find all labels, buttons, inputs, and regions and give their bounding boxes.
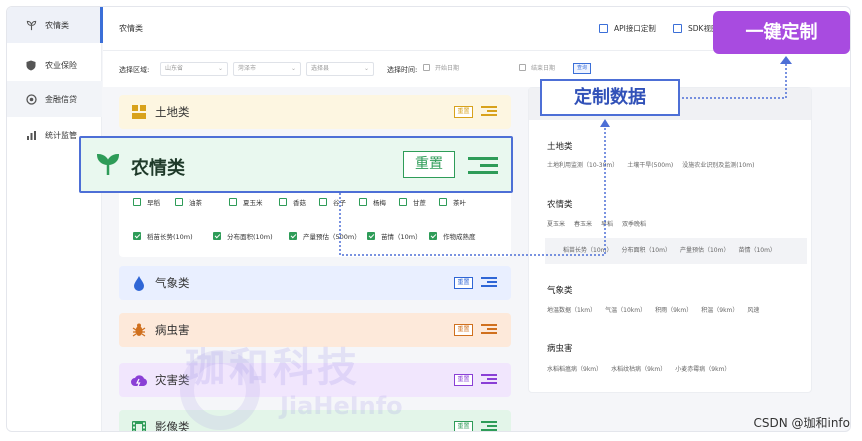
reset-button[interactable]: 重置 (403, 151, 455, 178)
csdn-credit: CSDN @珈和info (753, 416, 850, 430)
sprout-icon (95, 153, 121, 176)
crop-category-card[interactable]: 农情类 重置 (79, 136, 513, 193)
one-key-custom-button[interactable]: 一键定制 (713, 11, 850, 54)
custom-data-callout: 定制数据 (540, 79, 680, 116)
list-menu-icon[interactable] (468, 153, 498, 177)
crop-category-label: 农情类 (131, 158, 185, 179)
annotation-connectors (339, 56, 792, 256)
